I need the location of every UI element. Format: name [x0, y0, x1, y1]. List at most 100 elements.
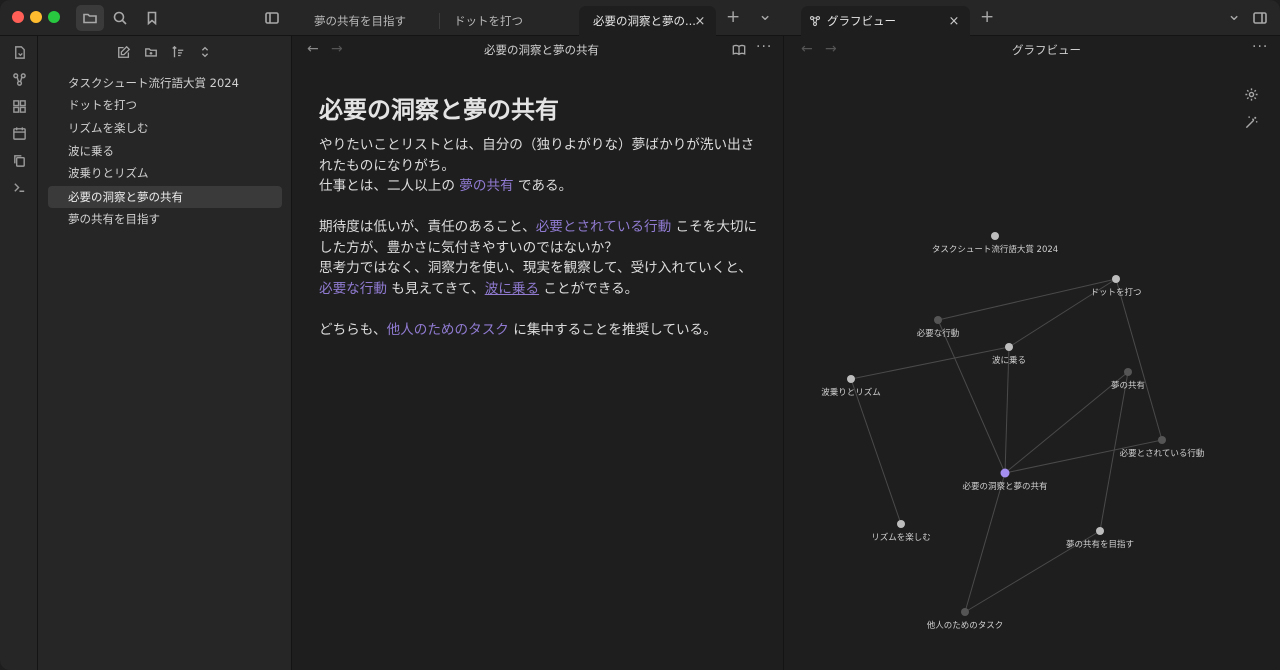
note-content: 必要の洞察と夢の共有 やりたいことリストとは、自分の（独りよがりな）夢ばかりが洗… [319, 90, 759, 340]
tab-list-dropdown-icon[interactable]: ⌄ [1227, 7, 1241, 24]
file-item-active[interactable]: 必要の洞察と夢の共有 [48, 186, 282, 208]
graph-node[interactable]: リズムを楽しむ [871, 520, 931, 543]
graph-view-icon[interactable] [9, 69, 29, 89]
zoom-window-button[interactable] [48, 11, 60, 23]
new-folder-icon[interactable] [140, 42, 162, 62]
graph-node-label: 夢の共有 [1111, 380, 1145, 391]
tab-graph-view[interactable]: グラフビュー × [801, 6, 970, 36]
search-icon[interactable] [106, 5, 134, 31]
note-title[interactable]: 必要の洞察と夢の共有 [484, 42, 599, 58]
left-ribbon [0, 36, 38, 670]
folder-icon[interactable] [76, 5, 104, 31]
graph-node[interactable]: ドットを打つ [1090, 275, 1142, 298]
graph-node-label: 波に乗る [992, 355, 1026, 366]
graph-node-label: タスクシュート流行語大賞 2024 [932, 244, 1058, 255]
graph-node-dot[interactable] [897, 520, 905, 528]
internal-link[interactable]: 他人のためのタスク [387, 322, 509, 338]
more-options-icon[interactable]: ··· [756, 39, 772, 55]
graph-node[interactable]: 必要な行動 [917, 316, 960, 339]
graph-settings-gear-icon[interactable] [1241, 84, 1261, 104]
sidebar-toggle-icon[interactable] [258, 5, 286, 31]
tab-hitsuyo-dosatsu[interactable]: 必要の洞察と夢の... × [579, 6, 716, 36]
tab-list-dropdown-icon[interactable]: ⌄ [758, 7, 772, 24]
new-note-icon[interactable] [113, 42, 135, 62]
file-explorer: タスクシュート流行語大賞 2024 ドットを打つ リズムを楽しむ 波に乗る 波乗… [38, 36, 292, 670]
graph-pane: ← → グラフビュー ··· タスクシュート流行語大賞 2024 ドットを打つ 必要… [785, 36, 1280, 670]
graph-node-dot[interactable] [1158, 436, 1166, 444]
file-item[interactable]: リズムを楽しむ [48, 117, 282, 139]
file-item[interactable]: 波乗りとリズム [48, 162, 282, 184]
app-window: 夢の共有を目指す ドットを打つ 必要の洞察と夢の... × + ⌄ グラフビュー… [0, 0, 1280, 670]
internal-link[interactable]: 必要な行動 [319, 281, 387, 297]
graph-edge [850, 378, 902, 525]
graph-edge [1115, 278, 1163, 441]
reading-view-icon[interactable] [732, 42, 746, 61]
minimize-window-button[interactable] [30, 11, 42, 23]
graph-node-label: ドットを打つ [1090, 287, 1141, 298]
graph-node-dot[interactable] [991, 232, 999, 240]
internal-link[interactable]: 波に乗る [485, 281, 539, 297]
new-tab-icon[interactable]: + [726, 9, 740, 26]
forward-arrow-icon[interactable]: → [331, 41, 343, 57]
canvas-icon[interactable] [9, 96, 29, 116]
graph-node-dot[interactable] [1000, 468, 1010, 478]
graph-node-label: 必要の洞察と夢の共有 [962, 481, 1047, 492]
quick-switcher-icon[interactable] [9, 42, 29, 62]
graph-edge [937, 319, 1006, 474]
file-item[interactable]: 波に乗る [48, 140, 282, 162]
graph-node[interactable]: 他人のためのタスク [927, 608, 1004, 631]
sort-icon[interactable] [167, 42, 189, 62]
graph-node-label: 他人のためのタスク [927, 620, 1004, 631]
paragraph: 期待度は低いが、責任のあること、必要とされている行動 こそを大切に した方が、豊… [319, 219, 758, 297]
graph-canvas[interactable]: タスクシュート流行語大賞 2024ドットを打つ必要な行動波に乗る波乗りとリズム夢… [785, 36, 1280, 670]
paragraph: どちらも、他人のためのタスク に集中することを推奨している。 [319, 321, 717, 338]
tab-dot-utsu[interactable]: ドットを打つ [440, 6, 578, 36]
graph-icon [809, 15, 821, 27]
right-sidebar-toggle-icon[interactable] [1246, 5, 1274, 31]
graph-node[interactable]: 夢の共有 [1111, 368, 1145, 391]
editor-pane: ← → 必要の洞察と夢の共有 ··· 必要の洞察と夢の共有 やりたいことリストと… [293, 36, 784, 670]
internal-link[interactable]: 必要とされている行動 [536, 219, 672, 235]
graph-node[interactable]: タスクシュート流行語大賞 2024 [932, 232, 1058, 255]
graph-node-dot[interactable] [847, 375, 855, 383]
collapse-expand-icon[interactable] [194, 42, 216, 62]
graph-node[interactable]: 必要の洞察と夢の共有 [962, 468, 1048, 493]
animate-magic-wand-icon[interactable] [1241, 112, 1261, 132]
graph-node-label: 必要な行動 [917, 328, 960, 339]
editor-header: ← → 必要の洞察と夢の共有 ··· [293, 36, 783, 64]
graph-node[interactable]: 波乗りとリズム [821, 375, 881, 398]
graph-node-dot[interactable] [934, 316, 942, 324]
graph-edge [850, 346, 1010, 380]
close-window-button[interactable] [12, 11, 24, 23]
graph-node-dot[interactable] [1096, 527, 1104, 535]
file-item[interactable]: ドットを打つ [48, 94, 282, 116]
graph-node-label: 必要とされている行動 [1120, 448, 1205, 459]
tab-yume-mezasu[interactable]: 夢の共有を目指す [300, 6, 438, 36]
graph-node[interactable]: 夢の共有を目指す [1066, 527, 1134, 550]
graph-node-dot[interactable] [1112, 275, 1120, 283]
back-arrow-icon[interactable]: ← [307, 41, 319, 57]
graph-node-label: リズムを楽しむ [871, 532, 931, 543]
graph-edge [1004, 371, 1129, 474]
paragraph: やりたいことリストとは、自分の（独りよがりな）夢ばかりが洗い出さ れたものになり… [319, 137, 755, 194]
internal-link[interactable]: 夢の共有 [459, 178, 513, 194]
note-heading: 必要の洞察と夢の共有 [319, 96, 559, 124]
title-bar: 夢の共有を目指す ドットを打つ 必要の洞察と夢の... × + ⌄ グラフビュー… [0, 0, 1280, 36]
file-item[interactable]: 夢の共有を目指す [48, 208, 282, 230]
graph-node[interactable]: 必要とされている行動 [1120, 436, 1205, 459]
tab-close-icon[interactable]: × [692, 13, 708, 29]
graph-node-dot[interactable] [1124, 368, 1132, 376]
graph-node-dot[interactable] [961, 608, 969, 616]
new-tab-icon[interactable]: + [980, 9, 994, 26]
terminal-icon[interactable] [9, 177, 29, 197]
file-item[interactable]: タスクシュート流行語大賞 2024 [48, 72, 282, 94]
tab-close-icon[interactable]: × [946, 13, 962, 29]
calendar-icon[interactable] [9, 123, 29, 143]
copy-icon[interactable] [9, 150, 29, 170]
graph-node-dot[interactable] [1005, 343, 1013, 351]
graph-edge [937, 278, 1117, 321]
bookmark-icon[interactable] [138, 5, 166, 31]
graph-node-label: 波乗りとリズム [821, 387, 881, 398]
